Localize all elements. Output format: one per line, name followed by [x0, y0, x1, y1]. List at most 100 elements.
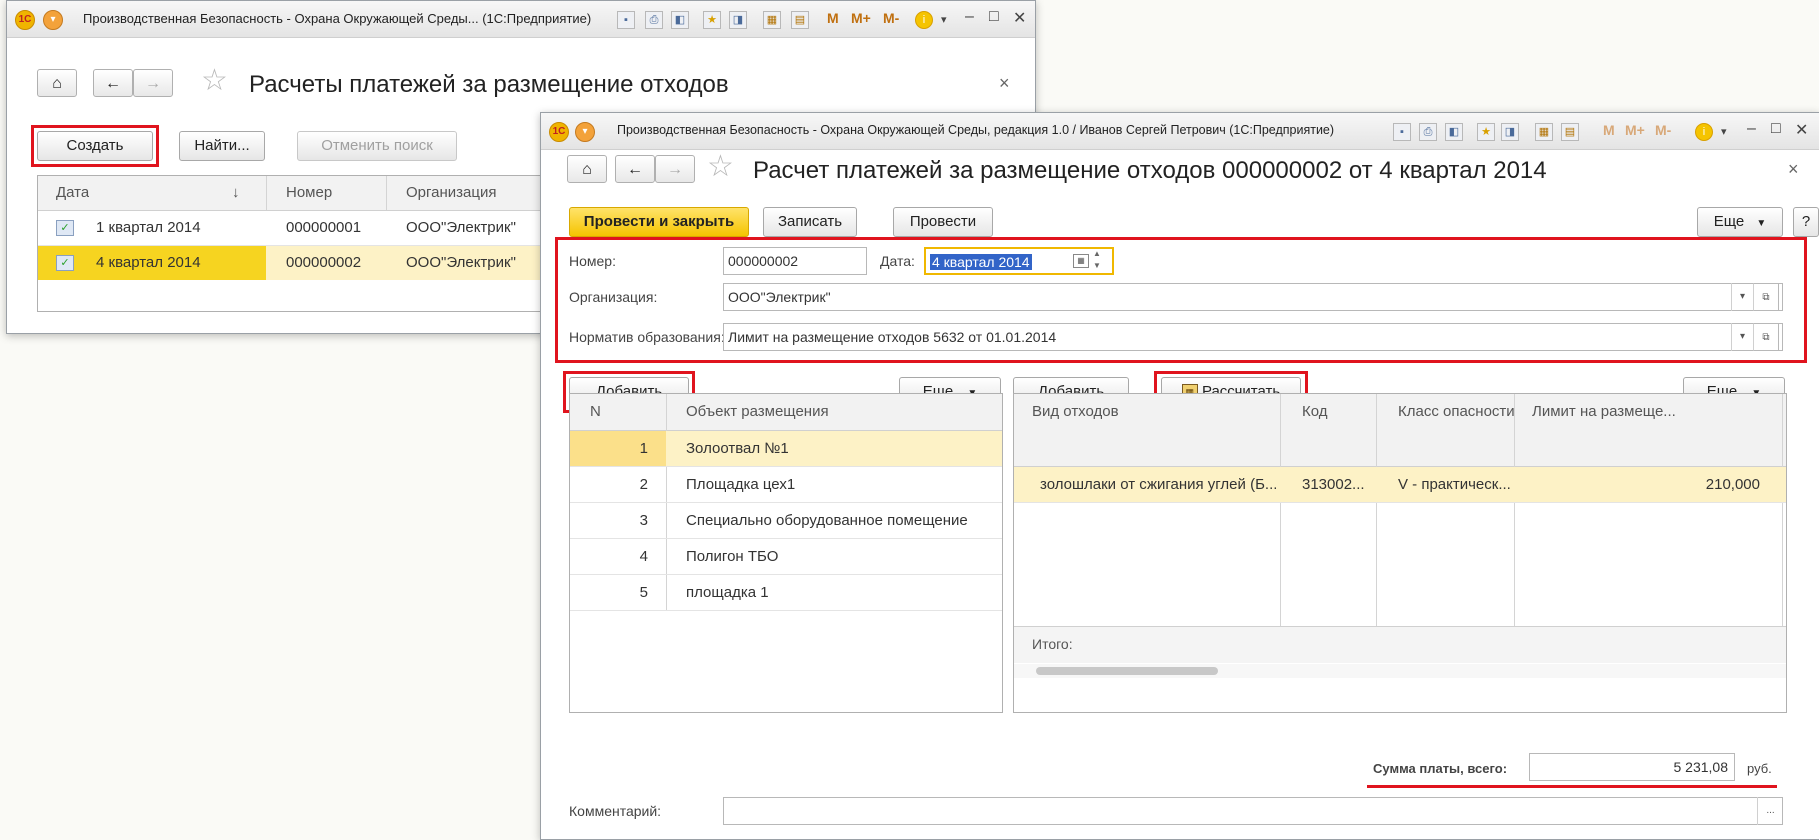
memory-mplus[interactable]: M+	[1625, 122, 1645, 138]
close-form-icon[interactable]: ×	[1788, 159, 1799, 180]
post-and-close-button[interactable]: Провести и закрыть	[569, 207, 749, 237]
horizontal-scrollbar[interactable]	[1014, 664, 1786, 678]
col-date-header[interactable]: Дата	[56, 184, 89, 201]
col-number-header[interactable]: Номер	[286, 184, 332, 201]
col-limit-header[interactable]: Лимит на размеще...	[1532, 403, 1676, 420]
col-code-header[interactable]: Код	[1302, 403, 1328, 420]
preview-icon[interactable]: ◧	[671, 11, 689, 29]
favorites-icon[interactable]: ★	[1477, 123, 1495, 141]
col-object-header[interactable]: Объект размещения	[686, 403, 829, 420]
memory-mplus[interactable]: M+	[851, 10, 871, 26]
find-button[interactable]: Найти...	[179, 131, 265, 161]
minimize-icon[interactable]: –	[1747, 120, 1756, 138]
sort-arrow-icon[interactable]: ↓	[232, 184, 240, 201]
memory-mminus[interactable]: M-	[883, 10, 899, 26]
save-icon[interactable]: ▪	[617, 11, 635, 29]
close-form-icon[interactable]: ×	[999, 73, 1010, 94]
spin-down-icon[interactable]: ▼	[1093, 261, 1101, 270]
total-currency: руб.	[1747, 761, 1772, 776]
calculator-icon[interactable]: ▦	[763, 11, 781, 29]
dropdown-icon[interactable]: ▾	[941, 13, 947, 26]
scrollbar-thumb[interactable]	[1036, 667, 1218, 675]
table-row[interactable]: 3 Специально оборудованное помещение	[570, 503, 1002, 539]
memory-m[interactable]: M	[827, 10, 839, 26]
print-icon[interactable]: ⎙	[645, 11, 663, 29]
col-waste-type-header[interactable]: Вид отходов	[1032, 403, 1119, 420]
info-icon[interactable]: i	[1695, 123, 1713, 141]
save-icon[interactable]: ▪	[1393, 123, 1411, 141]
maximize-icon[interactable]: □	[1771, 120, 1781, 138]
history-icon[interactable]: ◨	[729, 11, 747, 29]
more-button[interactable]: Еще ▼	[1697, 207, 1783, 237]
1c-logo-icon: 1С	[549, 122, 569, 142]
forward-button[interactable]: →	[655, 155, 695, 183]
comment-field[interactable]	[723, 797, 1783, 825]
calculator-icon[interactable]: ▦	[1535, 123, 1553, 141]
col-n-header[interactable]: N	[590, 403, 601, 420]
row-number: 000000002	[286, 254, 362, 271]
row-object-name: Полигон ТБО	[686, 548, 779, 565]
favorite-star-icon[interactable]: ☆	[707, 149, 734, 184]
org-field[interactable]: ООО"Электрик"	[723, 283, 1783, 311]
col-hazard-header[interactable]: Класс опасности	[1398, 403, 1515, 420]
info-icon[interactable]: i	[915, 11, 933, 29]
favorite-star-icon[interactable]: ☆	[201, 63, 228, 98]
table-row-selected[interactable]: 1 Золоотвал №1	[570, 431, 1002, 467]
preview-icon[interactable]: ◧	[1445, 123, 1463, 141]
table-row[interactable]: 2 Площадка цех1	[570, 467, 1002, 503]
row-number: 000000001	[286, 219, 362, 236]
post-button[interactable]: Провести	[893, 207, 993, 237]
forward-button[interactable]: →	[133, 69, 173, 97]
norm-label: Норматив образования:	[569, 329, 725, 345]
doc-posted-icon: ✓	[56, 255, 74, 271]
calendar-picker-icon[interactable]: ▦	[1073, 254, 1089, 268]
org-open-icon[interactable]: ⧉	[1753, 283, 1779, 311]
maximize-icon[interactable]: □	[989, 8, 999, 26]
table-row[interactable]: 4 Полигон ТБО	[570, 539, 1002, 575]
norm-field[interactable]: Лимит на размещение отходов 5632 от 01.0…	[723, 323, 1783, 351]
number-field[interactable]: 000000002	[723, 247, 867, 275]
table-footer: Итого:	[1014, 626, 1786, 663]
org-dropdown-icon[interactable]: ▾	[1731, 283, 1753, 311]
forward-arrow-icon: →	[145, 75, 161, 92]
more-label: Еще	[1713, 213, 1745, 230]
col-org-header[interactable]: Организация	[406, 184, 496, 201]
table-row[interactable]: 5 площадка 1	[570, 575, 1002, 611]
print-icon[interactable]: ⎙	[1419, 123, 1437, 141]
minimize-icon[interactable]: –	[965, 8, 974, 26]
1c-logo-icon: 1С	[15, 10, 35, 30]
calendar-icon[interactable]: ▤	[1561, 123, 1579, 141]
help-button[interactable]: ?	[1793, 207, 1819, 237]
back-arrow-icon: ←	[627, 161, 643, 178]
main-menu-icon[interactable]: ▾	[575, 122, 595, 142]
history-icon[interactable]: ◨	[1501, 123, 1519, 141]
memory-mminus[interactable]: M-	[1655, 122, 1671, 138]
forward-arrow-icon: →	[667, 161, 683, 178]
close-window-icon[interactable]: ✕	[1013, 8, 1026, 28]
memory-m[interactable]: M	[1603, 122, 1615, 138]
table-row-selected[interactable]: золошлаки от сжигания углей (Б... 313002.…	[1014, 467, 1786, 503]
row-org: ООО"Электрик"	[406, 254, 516, 271]
save-button[interactable]: Записать	[763, 207, 857, 237]
main-menu-icon[interactable]: ▾	[43, 10, 63, 30]
back-button[interactable]: ←	[615, 155, 655, 183]
row-object-name: Золоотвал №1	[686, 440, 789, 457]
close-window-icon[interactable]: ✕	[1795, 120, 1808, 140]
comment-open-button[interactable]: ...	[1757, 797, 1783, 825]
favorites-icon[interactable]: ★	[703, 11, 721, 29]
spin-up-icon[interactable]: ▲	[1093, 249, 1101, 258]
back-button[interactable]: ←	[93, 69, 133, 97]
col-divider	[1376, 394, 1377, 662]
norm-dropdown-icon[interactable]: ▾	[1731, 323, 1753, 351]
row-number: 2	[639, 476, 648, 493]
form-title: Расчет платежей за размещение отходов 00…	[753, 157, 1547, 184]
home-button[interactable]: ⌂	[567, 155, 607, 183]
norm-open-icon[interactable]: ⧉	[1753, 323, 1779, 351]
row-object-name: Специально оборудованное помещение	[686, 512, 968, 529]
row-date: 4 квартал 2014	[96, 254, 201, 271]
cancel-search-button[interactable]: Отменить поиск	[297, 131, 457, 161]
calendar-icon[interactable]: ▤	[791, 11, 809, 29]
dropdown-icon[interactable]: ▾	[1721, 125, 1727, 138]
home-button[interactable]: ⌂	[37, 69, 77, 97]
create-button[interactable]: Создать	[37, 131, 153, 161]
